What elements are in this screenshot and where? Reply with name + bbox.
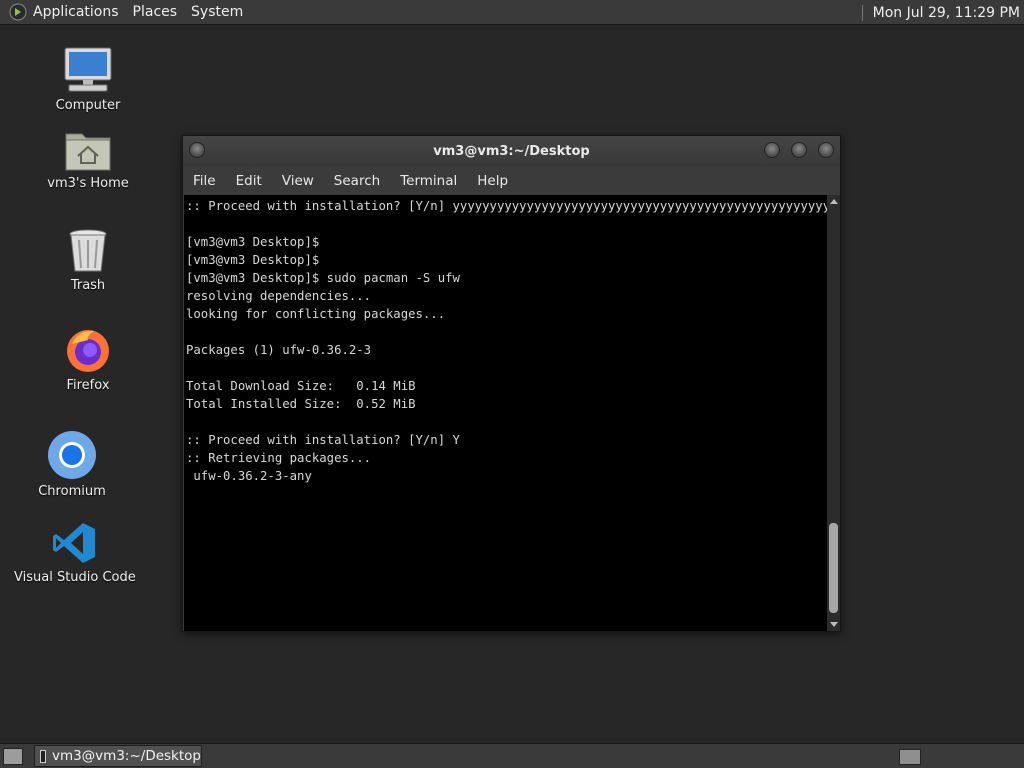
top-panel: Applications Places System Mon Jul 29, 1… bbox=[0, 0, 1024, 25]
desktop-icon-label: vm3's Home bbox=[47, 176, 129, 191]
window-menu-button[interactable] bbox=[189, 142, 205, 158]
home-folder-icon bbox=[65, 133, 111, 171]
vertical-scrollbar[interactable] bbox=[827, 195, 840, 631]
desktop-icon-label: Computer bbox=[55, 98, 121, 113]
desktop-icon-label: Chromium bbox=[38, 484, 106, 499]
terminal-line: :: Retrieving packages... bbox=[186, 451, 372, 465]
desktop-icon-firefox[interactable]: Firefox bbox=[28, 326, 148, 393]
desktop-icon-computer[interactable]: Computer bbox=[28, 44, 148, 113]
menu-help[interactable]: Help bbox=[467, 173, 518, 189]
terminal-line: :: Proceed with installation? [Y/n] yyyy… bbox=[186, 199, 827, 213]
menu-file[interactable]: File bbox=[183, 173, 226, 189]
maximize-button[interactable] bbox=[791, 142, 807, 158]
terminal-menubar: File Edit View Search Terminal Help bbox=[183, 167, 840, 195]
terminal-line: Packages (1) ufw-0.36.2-3 bbox=[186, 343, 372, 357]
terminal-window: vm3@vm3:~/Desktop File Edit View Search … bbox=[182, 135, 841, 632]
scroll-down-arrow-icon[interactable] bbox=[830, 622, 838, 627]
desktop-icon-home[interactable]: vm3's Home bbox=[28, 128, 148, 191]
terminal-line: [vm3@vm3 Desktop]$ bbox=[186, 253, 320, 267]
clock[interactable]: Mon Jul 29, 11:29 PM bbox=[873, 5, 1020, 21]
minimize-button[interactable] bbox=[764, 142, 780, 158]
menu-search[interactable]: Search bbox=[324, 173, 390, 189]
menu-applications[interactable]: Applications bbox=[33, 4, 119, 20]
taskbar-window-label: vm3@vm3:~/Desktop bbox=[51, 748, 201, 764]
desktop-icon-trash[interactable]: Trash bbox=[28, 228, 148, 293]
trash-icon bbox=[69, 229, 107, 272]
terminal-line: Total Download Size: 0.14 MiB bbox=[186, 379, 416, 393]
window-title: vm3@vm3:~/Desktop bbox=[433, 144, 590, 159]
terminal-text: :: Proceed with installation? [Y/n] yyyy… bbox=[184, 195, 827, 485]
firefox-icon bbox=[67, 330, 109, 372]
top-menu: Applications Places System bbox=[0, 0, 257, 25]
workspace-switcher[interactable] bbox=[899, 749, 921, 765]
window-titlebar[interactable]: vm3@vm3:~/Desktop bbox=[183, 136, 840, 167]
desktop-icon-label: Visual Studio Code bbox=[14, 570, 136, 585]
menu-view[interactable]: View bbox=[272, 173, 324, 189]
close-button[interactable] bbox=[818, 142, 834, 158]
desktop-icon-vscode[interactable]: Visual Studio Code bbox=[14, 520, 136, 585]
terminal-line: [vm3@vm3 Desktop]$ sudo pacman -S ufw bbox=[186, 271, 460, 285]
desktop-icon-chromium[interactable]: Chromium bbox=[12, 430, 132, 499]
show-desktop-icon[interactable] bbox=[3, 748, 23, 765]
terminal-line: resolving dependencies... bbox=[186, 289, 372, 303]
terminal-output[interactable]: :: Proceed with installation? [Y/n] yyyy… bbox=[184, 195, 827, 631]
scroll-up-arrow-icon[interactable] bbox=[830, 199, 838, 204]
terminal-line: ufw-0.36.2-3-any bbox=[186, 469, 312, 483]
applications-icon[interactable] bbox=[9, 3, 27, 21]
scroll-thumb[interactable] bbox=[829, 523, 838, 613]
menu-terminal[interactable]: Terminal bbox=[390, 173, 467, 189]
terminal-line: :: Proceed with installation? [Y/n] Y bbox=[186, 433, 460, 447]
computer-icon bbox=[64, 47, 112, 92]
terminal-line: Total Installed Size: 0.52 MiB bbox=[186, 397, 416, 411]
vscode-icon bbox=[53, 523, 95, 563]
menu-system[interactable]: System bbox=[191, 4, 243, 20]
menu-places[interactable]: Places bbox=[133, 4, 178, 20]
panel-separator bbox=[861, 4, 863, 21]
menu-edit[interactable]: Edit bbox=[226, 173, 272, 189]
desktop-icon-label: Firefox bbox=[66, 378, 110, 393]
desktop-icon-label: Trash bbox=[70, 278, 106, 293]
clock-area: Mon Jul 29, 11:29 PM bbox=[861, 0, 1020, 25]
terminal-line: [vm3@vm3 Desktop]$ bbox=[186, 235, 320, 249]
terminal-icon bbox=[40, 749, 46, 763]
terminal-line: looking for conflicting packages... bbox=[186, 307, 446, 321]
bottom-panel: vm3@vm3:~/Desktop bbox=[0, 743, 1024, 768]
chromium-icon bbox=[48, 431, 96, 479]
taskbar-window-button[interactable]: vm3@vm3:~/Desktop bbox=[34, 745, 202, 767]
